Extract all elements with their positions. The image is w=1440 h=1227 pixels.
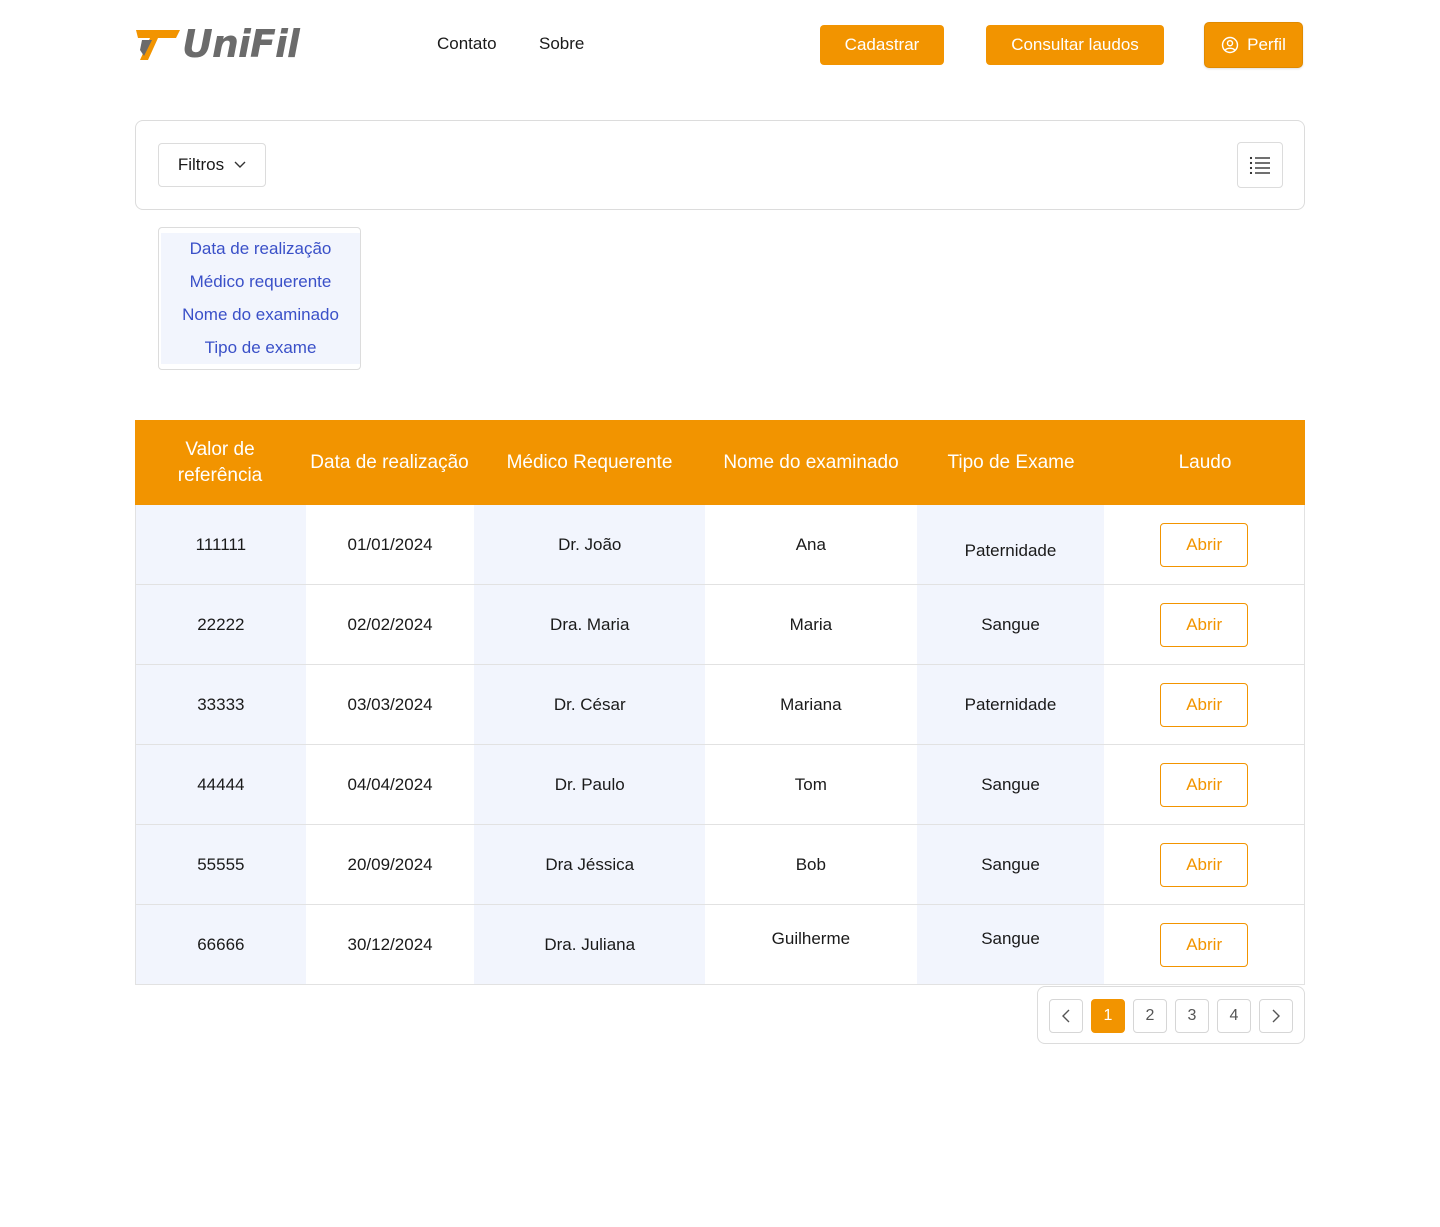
consultar-laudos-button[interactable]: Consultar laudos [986,25,1164,65]
cell-doctor: Dr. César [474,665,706,744]
cell-laudo: Abrir [1104,505,1304,584]
filter-option-nome[interactable]: Nome do examinado [161,299,360,332]
page-button-1[interactable]: 1 [1091,999,1125,1033]
page-button-2[interactable]: 2 [1133,999,1167,1033]
cell-ref: 111111 [136,505,306,584]
filtros-label: Filtros [177,155,225,174]
table-row: 33333 03/03/2024 Dr. César Mariana Pater… [136,665,1304,745]
cell-date: 04/04/2024 [347,774,433,794]
cell-type: Paternidade [916,665,1105,744]
chevron-right-icon [1272,1009,1280,1023]
next-page-button[interactable] [1259,999,1293,1033]
cadastrar-button[interactable]: Cadastrar [820,25,944,65]
cell-date: 01/01/2024 [347,534,433,554]
logo-mark-icon [136,30,180,60]
cell-name: Mariana [780,694,842,714]
header-tipo-exame: Tipo de Exame [947,451,1075,473]
unifil-logo[interactable]: UniFil [136,22,300,66]
header-laudo: Laudo [1178,451,1232,473]
cell-doctor: Dra Jéssica [474,825,706,904]
cell-type: Sangue [916,825,1105,904]
cell-ref: 22222 [136,585,306,664]
filter-option-medico[interactable]: Médico requerente [161,266,360,299]
chevron-left-icon [1062,1009,1070,1023]
header-nome-examinado: Nome do examinado [723,451,899,473]
filtros-dropdown-button[interactable]: Filtros [158,143,266,187]
cell-name: Tom [794,774,827,794]
cell-date: 03/03/2024 [347,694,433,714]
perfil-label: Perfil [1247,35,1286,54]
header-medico-requerente: Médico Requerente [506,451,673,473]
perfil-button[interactable]: Perfil [1204,22,1303,68]
abrir-button[interactable]: Abrir [1160,762,1249,807]
cell-doctor: Dr. Paulo [474,745,706,824]
filter-option-tipo[interactable]: Tipo de exame [161,331,360,364]
cell-laudo: Abrir [1104,745,1304,824]
chevron-down-icon [234,161,246,168]
cell-doctor: Dr. João [474,505,706,584]
prev-page-button[interactable] [1049,999,1083,1033]
page-button-4[interactable]: 4 [1217,999,1251,1033]
cell-name: Bob [795,854,826,874]
abrir-button[interactable]: Abrir [1160,682,1249,727]
table-row: 66666 30/12/2024 Dra. Juliana Guilherme … [136,905,1304,985]
logo-text: UniFil [182,22,300,66]
cell-doctor: Dra. Juliana [474,905,706,984]
pagination: 1 2 3 4 [1037,986,1305,1044]
cell-laudo: Abrir [1104,825,1304,904]
abrir-button[interactable]: Abrir [1160,922,1249,967]
header-label: Valor de referência [177,438,263,486]
cell-ref: 66666 [136,905,306,984]
nav-sobre[interactable]: Sobre [539,34,584,54]
page-button-3[interactable]: 3 [1175,999,1209,1033]
abrir-button[interactable]: Abrir [1160,842,1249,887]
user-icon [1221,36,1239,54]
cell-doctor: Dra. Maria [474,585,706,664]
list-icon [1249,156,1270,174]
abrir-button[interactable]: Abrir [1160,602,1249,647]
cell-type: Sangue [916,585,1105,664]
table-row: 44444 04/04/2024 Dr. Paulo Tom Sangue Ab… [136,745,1304,825]
filter-option-data[interactable]: Data de realização [161,233,360,266]
table-header: Valor de referência Data de realização M… [135,420,1305,505]
table-row: 111111 01/01/2024 Dr. João Ana Paternida… [136,505,1304,585]
cell-type: Sangue [916,745,1105,824]
cell-ref: 55555 [136,825,306,904]
table-body: 111111 01/01/2024 Dr. João Ana Paternida… [135,505,1305,985]
cell-date: 02/02/2024 [347,614,433,634]
cell-ref: 44444 [136,745,306,824]
header-data-realizacao: Data de realização [310,451,469,473]
cell-name: Guilherme [771,928,851,948]
header-valor-referencia: Valor de referência [135,420,305,505]
filter-dropdown-menu: Data de realização Médico requerente Nom… [158,227,361,370]
laudos-table: Valor de referência Data de realização M… [135,420,1305,985]
cell-laudo: Abrir [1104,665,1304,744]
cell-type: Sangue [916,905,1105,984]
table-row: 55555 20/09/2024 Dra Jéssica Bob Sangue … [136,825,1304,905]
cell-type: Paternidade [916,505,1105,584]
cell-laudo: Abrir [1104,585,1304,664]
nav-contato[interactable]: Contato [437,34,497,54]
table-row: 22222 02/02/2024 Dra. Maria Maria Sangue… [136,585,1304,665]
top-header: UniFil Contato Sobre Cadastrar Consultar… [0,0,1440,92]
cell-name: Ana [795,534,826,554]
cell-ref: 33333 [136,665,306,744]
filter-options-list: Data de realização Médico requerente Nom… [161,233,360,364]
cell-name: Maria [789,614,833,634]
list-view-button[interactable] [1237,142,1283,188]
cell-laudo: Abrir [1104,905,1304,984]
abrir-button[interactable]: Abrir [1160,522,1249,567]
filter-bar: Filtros [135,120,1305,210]
cell-date: 20/09/2024 [347,854,433,874]
cell-date: 30/12/2024 [347,934,433,954]
